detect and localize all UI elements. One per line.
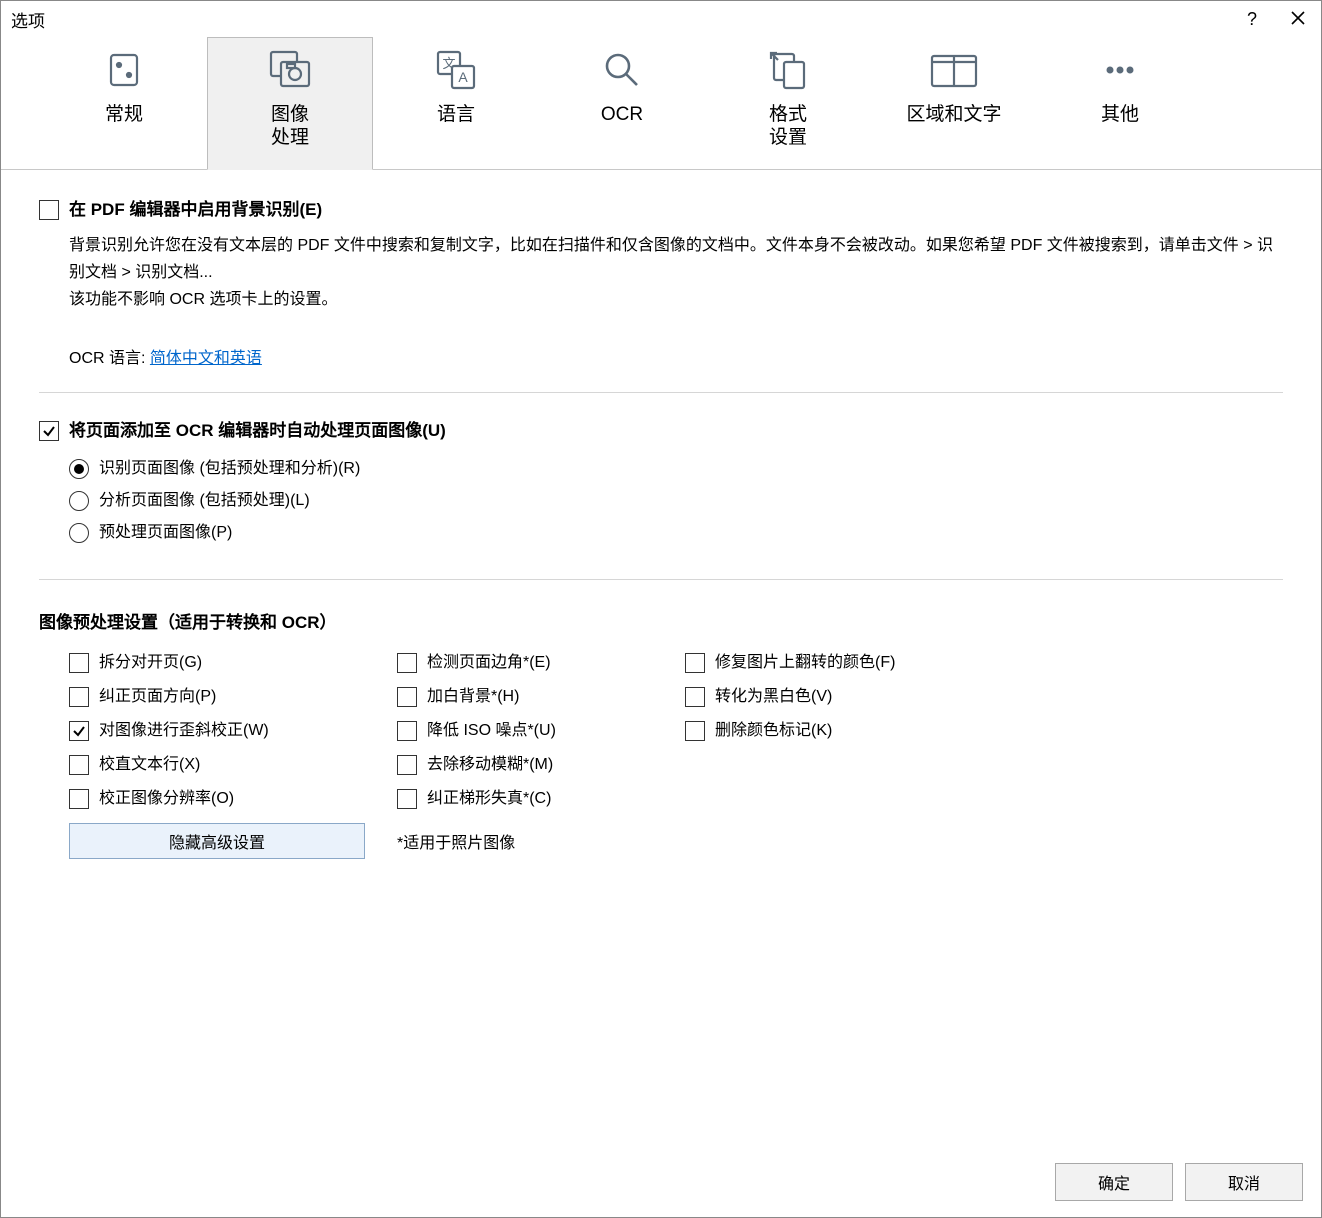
ocr-language-link[interactable]: 简体中文和英语: [150, 350, 262, 367]
tab-label: 格式 设置: [769, 104, 807, 150]
more-icon: [1100, 50, 1140, 99]
window-title: 选项: [11, 7, 45, 32]
tab-label: 其他: [1101, 104, 1139, 127]
checkbox-correct-orientation[interactable]: [69, 687, 89, 707]
hide-advanced-button[interactable]: 隐藏高级设置: [69, 823, 365, 859]
areas-text-icon: [929, 50, 979, 99]
tab-language[interactable]: 文A 语言: [373, 37, 539, 169]
format-icon: [766, 48, 810, 101]
ocr-language-row: OCR 语言: 简体中文和英语: [69, 344, 1283, 368]
radio-preprocess[interactable]: [69, 523, 89, 543]
photo-note: *适用于照片图像: [397, 829, 677, 853]
svg-text:A: A: [458, 69, 468, 85]
checkbox-deskew[interactable]: [69, 721, 89, 741]
help-icon: ?: [1247, 9, 1257, 30]
tab-image-processing[interactable]: 图像 处理: [207, 37, 373, 170]
ocr-language-label: OCR 语言:: [69, 350, 150, 367]
general-icon: [104, 50, 144, 99]
tab-other[interactable]: 其他: [1037, 37, 1203, 169]
checkbox-label: 去除移动模糊*(M): [427, 755, 553, 774]
section-auto-process: 将页面添加至 OCR 编辑器时自动处理页面图像(U) 识别页面图像 (包括预处理…: [39, 421, 1283, 580]
radio-label: 预处理页面图像(P): [99, 523, 232, 542]
help-button[interactable]: ?: [1229, 1, 1275, 37]
checkbox-label: 在 PDF 编辑器中启用背景识别(E): [69, 200, 322, 220]
checkbox-label: 修复图片上翻转的颜色(F): [715, 653, 895, 672]
checkbox-label: 纠正梯形失真*(C): [427, 789, 551, 808]
tab-label: 语言: [437, 104, 475, 127]
tab-label: 图像 处理: [271, 104, 309, 150]
language-icon: 文A: [434, 49, 478, 100]
radio-analyze[interactable]: [69, 491, 89, 511]
checkbox-fix-inverted-colors[interactable]: [685, 653, 705, 673]
tab-label: 区域和文字: [906, 104, 1001, 127]
section-preprocessing: 图像预处理设置（适用于转换和 OCR） 拆分对开页(G) 检测页面边角*(E) …: [39, 608, 1283, 883]
checkbox-correct-resolution[interactable]: [69, 789, 89, 809]
checkbox-label: 检测页面边角*(E): [427, 653, 551, 672]
radio-label: 识别页面图像 (包括预处理和分析)(R): [99, 459, 360, 478]
ocr-icon: [601, 49, 643, 100]
checkbox-label: 对图像进行歪斜校正(W): [99, 721, 269, 740]
checkbox-whiten-background[interactable]: [397, 687, 417, 707]
tab-format[interactable]: 格式 设置: [705, 37, 871, 169]
cancel-button[interactable]: 取消: [1185, 1163, 1303, 1201]
checkbox-label: 纠正页面方向(P): [99, 687, 216, 706]
checkbox-label: 校正图像分辨率(O): [99, 789, 234, 808]
ok-button[interactable]: 确定: [1055, 1163, 1173, 1201]
checkbox-label: 加白背景*(H): [427, 687, 519, 706]
titlebar: 选项 ?: [1, 1, 1321, 37]
checkbox-label: 删除颜色标记(K): [715, 721, 832, 740]
desc-line-2: 该功能不影响 OCR 选项卡上的设置。: [69, 286, 1283, 313]
dialog-footer: 确定 取消: [1, 1151, 1321, 1217]
checkbox-remove-motion-blur[interactable]: [397, 755, 417, 775]
tab-areas-text[interactable]: 区域和文字: [871, 37, 1037, 169]
desc-line-1: 背景识别允许您在没有文本层的 PDF 文件中搜索和复制文字，比如在扫描件和仅含图…: [69, 232, 1283, 286]
checkbox-label: 转化为黑白色(V): [715, 687, 832, 706]
tab-label: OCR: [601, 104, 643, 127]
checkbox-reduce-iso-noise[interactable]: [397, 721, 417, 741]
checkbox-label: 降低 ISO 噪点*(U): [427, 721, 556, 740]
section-heading: 图像预处理设置（适用于转换和 OCR）: [39, 608, 1283, 633]
checkbox-auto-process[interactable]: [39, 421, 59, 441]
checkbox-label: 将页面添加至 OCR 编辑器时自动处理页面图像(U): [69, 421, 446, 441]
tab-label: 常规: [105, 104, 143, 127]
section-background-recognition: 在 PDF 编辑器中启用背景识别(E) 背景识别允许您在没有文本层的 PDF 文…: [39, 200, 1283, 393]
tab-ocr[interactable]: OCR: [539, 37, 705, 169]
tab-general[interactable]: 常规: [41, 37, 207, 169]
options-dialog: 选项 ? 常规 图像 处理 文A 语言: [0, 0, 1322, 1218]
close-icon: [1291, 9, 1305, 30]
content-area: 在 PDF 编辑器中启用背景识别(E) 背景识别允许您在没有文本层的 PDF 文…: [1, 170, 1321, 1151]
checkbox-straighten-text[interactable]: [69, 755, 89, 775]
radio-recognize[interactable]: [69, 459, 89, 479]
radio-label: 分析页面图像 (包括预处理)(L): [99, 491, 310, 510]
image-processing-icon: [267, 48, 313, 101]
tabstrip: 常规 图像 处理 文A 语言 OCR 格式 设置: [1, 37, 1321, 170]
checkbox-remove-color-marks[interactable]: [685, 721, 705, 741]
checkbox-split-pages[interactable]: [69, 653, 89, 673]
close-button[interactable]: [1275, 1, 1321, 37]
checkbox-label: 拆分对开页(G): [99, 653, 202, 672]
checkbox-correct-trapezoid[interactable]: [397, 789, 417, 809]
checkbox-label: 校直文本行(X): [99, 755, 200, 774]
checkbox-enable-background-recognition[interactable]: [39, 200, 59, 220]
preprocessing-grid: 拆分对开页(G) 检测页面边角*(E) 修复图片上翻转的颜色(F) 纠正页面方向…: [69, 653, 1283, 859]
checkbox-detect-edges[interactable]: [397, 653, 417, 673]
background-recognition-description: 背景识别允许您在没有文本层的 PDF 文件中搜索和复制文字，比如在扫描件和仅含图…: [69, 232, 1283, 314]
checkbox-convert-bw[interactable]: [685, 687, 705, 707]
